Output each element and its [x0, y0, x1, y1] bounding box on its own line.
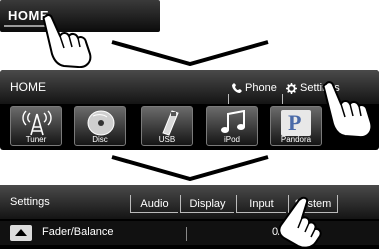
phone-button[interactable]: Phone	[228, 82, 277, 104]
down-arrow-icon	[111, 155, 269, 181]
pandora-glyph: P	[288, 110, 302, 135]
tuner-antenna-icon	[22, 110, 52, 136]
pointing-hand-icon	[42, 13, 92, 68]
gear-icon	[286, 82, 297, 94]
source-tile-disc[interactable]: Disc	[74, 106, 126, 146]
settings-title: Settings	[10, 196, 50, 208]
source-label: Tuner	[25, 135, 47, 144]
phone-label: Phone	[245, 82, 277, 94]
source-label: iPod	[223, 135, 240, 144]
divider	[228, 94, 229, 104]
phone-icon	[232, 83, 242, 93]
source-label: Pandora	[280, 135, 312, 144]
disc-icon	[87, 110, 115, 136]
source-tile-usb[interactable]: USB	[141, 106, 193, 146]
source-label: Disc	[92, 135, 108, 144]
source-tile-tuner[interactable]: Tuner	[10, 106, 62, 146]
music-note-icon	[221, 110, 245, 133]
down-arrow-icon	[111, 40, 269, 66]
usb-icon	[162, 110, 179, 136]
source-label: USB	[158, 135, 176, 144]
tab-display[interactable]: Display	[180, 195, 234, 213]
source-tile-pandora[interactable]: P Pandora	[270, 106, 322, 146]
pointing-hand-icon	[322, 81, 373, 138]
tab-audio[interactable]: Audio	[130, 195, 178, 213]
home-menu-title: HOME	[10, 80, 46, 94]
fader-balance-label: Fader/Balance	[42, 226, 114, 238]
divider	[186, 227, 187, 241]
source-tile-ipod[interactable]: iPod	[206, 106, 258, 146]
scroll-up-button[interactable]	[10, 225, 32, 241]
divider	[282, 94, 283, 104]
pointing-hand-icon	[278, 196, 322, 249]
